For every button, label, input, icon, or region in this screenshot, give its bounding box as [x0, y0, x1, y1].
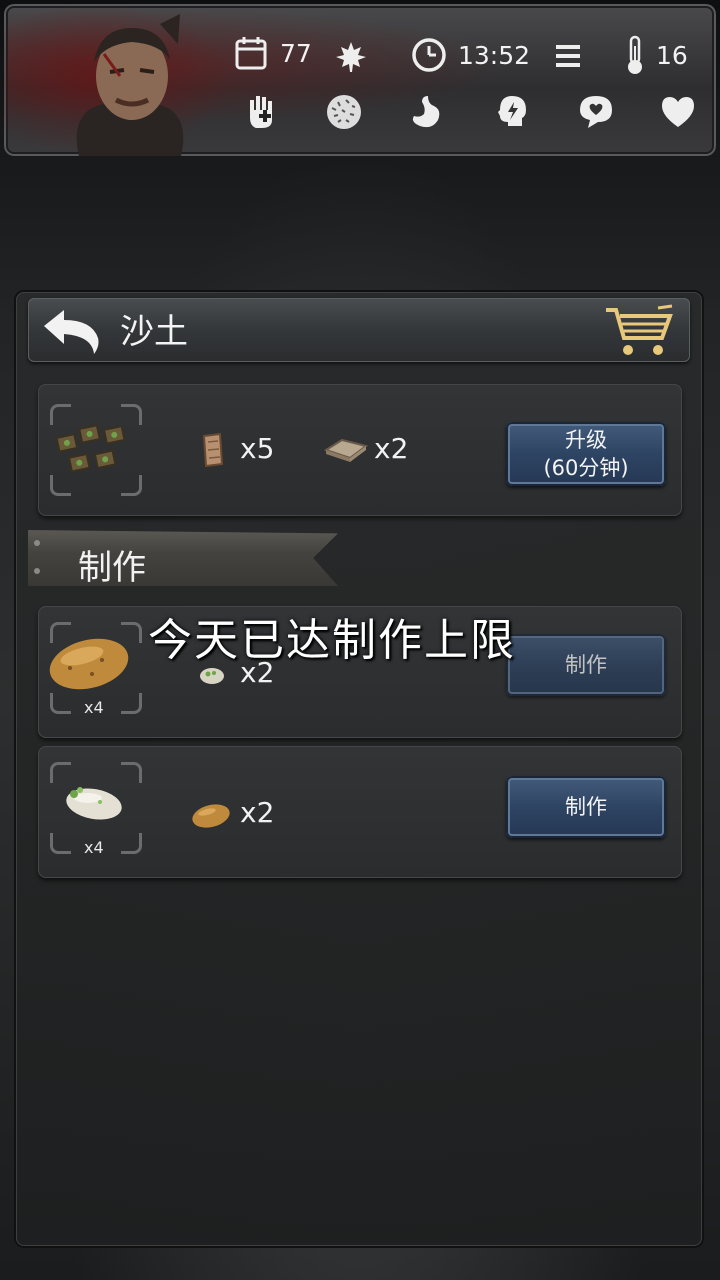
section-title: 制作	[78, 548, 146, 588]
station-title: 沙土	[120, 312, 188, 352]
clock-icon	[412, 38, 446, 72]
potato-icon	[192, 804, 230, 828]
craft-button[interactable]: 制作	[506, 776, 666, 838]
sandbag-icon	[324, 438, 368, 462]
requirement-qty: x2	[374, 432, 409, 465]
wood-plank-icon	[202, 432, 224, 468]
output-qty: x4	[84, 838, 104, 857]
temperature-readout: 16	[624, 34, 688, 76]
upgrade-button-label: 升级	[565, 428, 607, 452]
heart-icon[interactable]	[658, 92, 698, 132]
back-arrow-icon[interactable]	[40, 306, 104, 356]
temperature-value: 16	[656, 40, 688, 70]
menu-icon[interactable]	[554, 42, 582, 70]
craft-limit-message: 今天已达制作上限	[148, 615, 516, 666]
maple-leaf-icon	[336, 42, 366, 72]
requirement-qty: x5	[240, 432, 275, 465]
upgrade-duration: (60分钟)	[543, 456, 629, 480]
time-value: 13:52	[458, 40, 531, 70]
section-header-plank	[28, 530, 338, 586]
sprouted-potato-icon	[66, 787, 122, 820]
mind-icon[interactable]	[492, 92, 532, 132]
sand-planter-icon	[55, 424, 126, 473]
stomach-icon[interactable]	[406, 92, 446, 132]
shopping-cart-icon[interactable]	[602, 304, 676, 360]
day-count: 77	[280, 38, 312, 68]
mood-icon[interactable]	[576, 92, 616, 132]
output-qty: x4	[84, 698, 104, 717]
ingredient-qty: x2	[240, 796, 275, 829]
craft-button[interactable]: 制作	[506, 634, 666, 696]
fatigue-icon[interactable]	[324, 92, 364, 132]
craft-button-label: 制作	[565, 653, 607, 677]
thermometer-icon	[628, 35, 642, 74]
upgrade-button[interactable]: 升级 (60分钟)	[506, 422, 666, 486]
potato-icon	[49, 638, 129, 690]
craft-button-label: 制作	[565, 795, 607, 819]
game-clock: 13:52	[410, 36, 530, 74]
first-aid-glove-icon[interactable]	[242, 92, 282, 132]
status-hud: 77 13:52 16	[4, 4, 716, 156]
calendar-icon	[235, 37, 267, 70]
survivor-portrait[interactable]	[40, 14, 220, 156]
day-counter: 77	[234, 34, 312, 72]
